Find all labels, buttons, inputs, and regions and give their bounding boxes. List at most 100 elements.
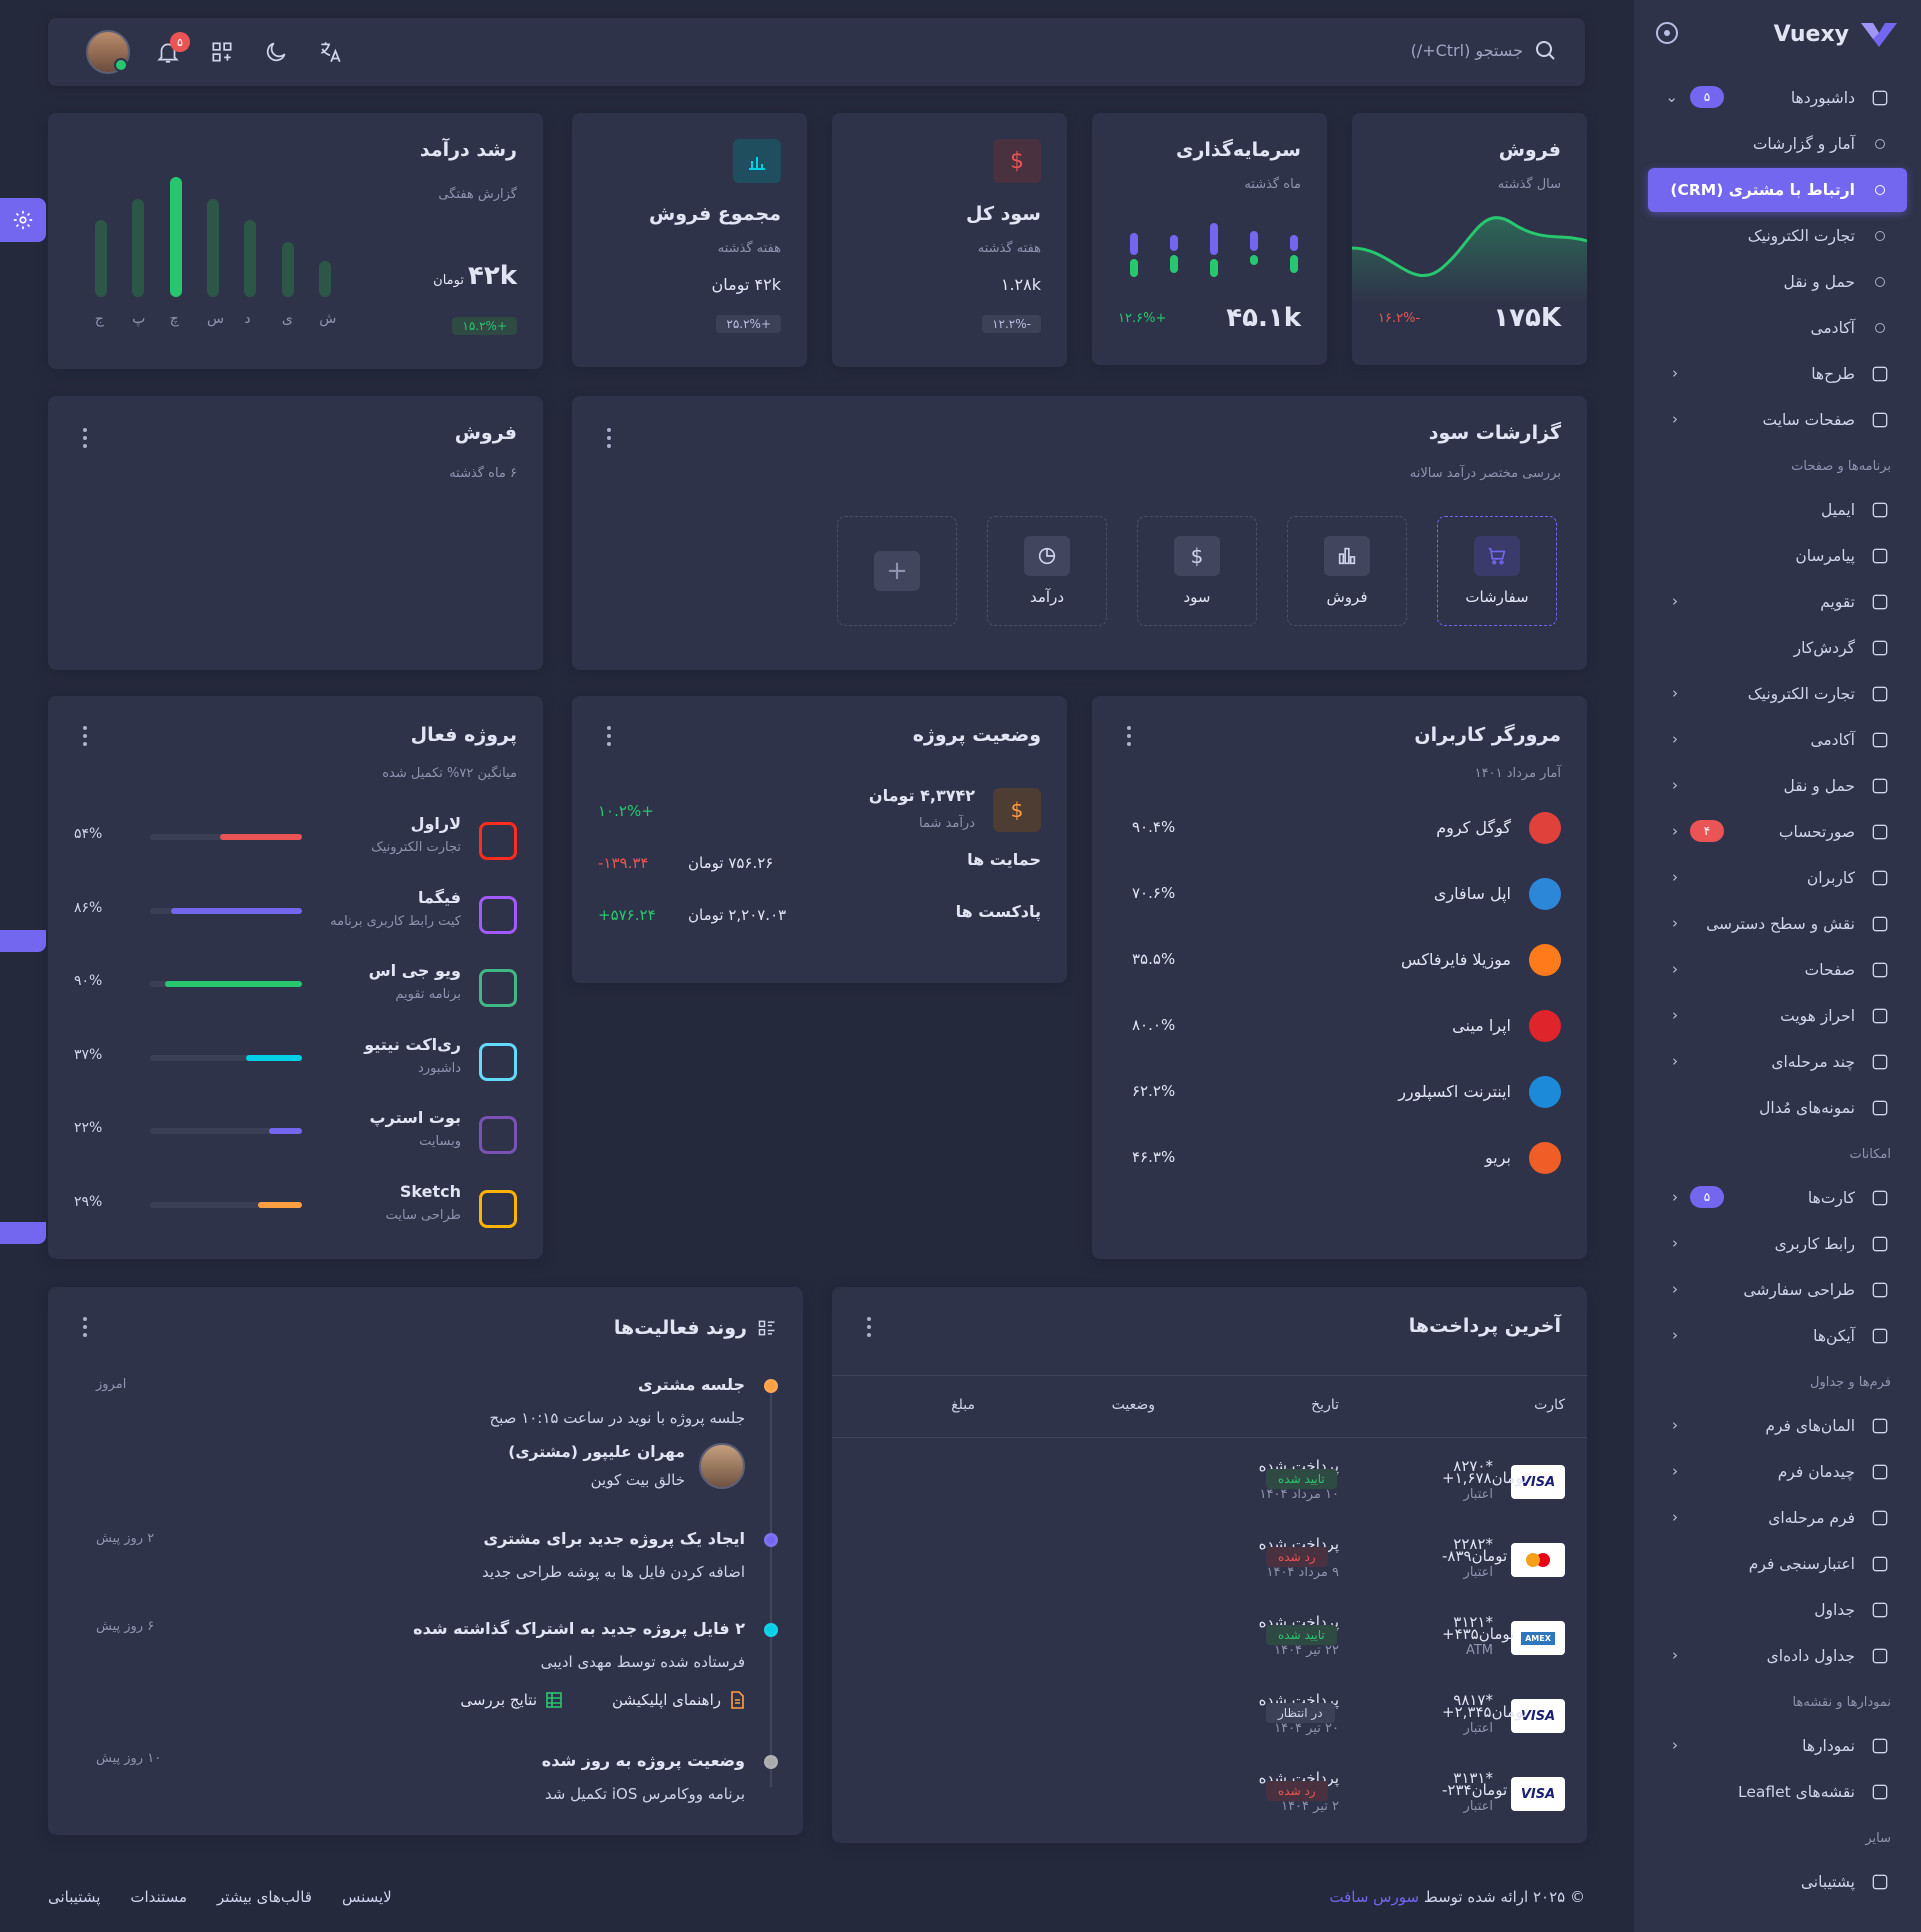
sidebar-item[interactable]: چند مرحله‌ای ‹ <box>1648 1040 1907 1084</box>
shortcuts-button[interactable] <box>206 36 238 68</box>
browser-name: اپل سافاری <box>1433 884 1511 903</box>
report-option-sales[interactable]: فروش <box>1287 516 1407 626</box>
report-option-orders[interactable]: سفارشات <box>1437 516 1557 626</box>
sidebar-item[interactable]: ایمیل <box>1648 488 1907 532</box>
more-options-icon[interactable] <box>606 428 612 448</box>
sidebar-item[interactable]: پشتیبانی <box>1648 1860 1907 1904</box>
more-options-icon[interactable] <box>606 726 612 746</box>
customizer-toggle-2[interactable] <box>0 930 46 952</box>
company-link[interactable]: سورس سافت <box>1329 1888 1419 1906</box>
sidebar-item[interactable]: طرح‌ها ‹ <box>1648 352 1907 396</box>
project-name: لاراول <box>410 814 461 833</box>
more-options-icon[interactable] <box>866 1317 872 1337</box>
card-type: اعتبار <box>1463 1565 1493 1580</box>
sidebar-item[interactable]: حمل و نقل <box>1648 260 1907 304</box>
more-options-icon[interactable] <box>82 726 88 746</box>
user-avatar[interactable] <box>86 30 130 74</box>
sidebar-item[interactable]: صفحات سایت ‹ <box>1648 398 1907 442</box>
card-value: ۴۵.۱k <box>1226 303 1301 333</box>
report-option-profit[interactable]: $ سود <box>1137 516 1257 626</box>
language-button[interactable] <box>314 36 346 68</box>
sidebar-item[interactable]: پیامرسان <box>1648 534 1907 578</box>
sidebar-item[interactable]: تجارت الکترونیک ‹ <box>1648 672 1907 716</box>
sidebar-item-label: صفحات <box>1804 961 1855 979</box>
sidebar-item[interactable]: صورتحساب ۴ ‹ <box>1648 810 1907 854</box>
timeline-line <box>770 1387 772 1787</box>
checkbox-icon <box>1869 1553 1891 1575</box>
browser-name: بریو <box>1485 1148 1511 1167</box>
project-progress <box>150 981 302 987</box>
payment-amount: -۸۳۹تومان <box>1442 1547 1508 1565</box>
timeline-text: اضافه کردن فایل ها به پوشه طراحی جدید <box>481 1563 745 1581</box>
sidebar-item[interactable]: آمار و گزارشات <box>1648 122 1907 166</box>
footer-link-templates[interactable]: قالب‌های بیشتر <box>217 1888 312 1906</box>
report-option-add[interactable]: + <box>837 516 957 626</box>
sidebar-item-label: کارت‌ها <box>1807 1189 1855 1207</box>
card-title-wrap: روند فعالیت‌ها <box>614 1317 777 1339</box>
project-percent: ۹۰% <box>74 973 103 989</box>
footer-link-license[interactable]: لایسنس <box>342 1888 392 1906</box>
sidebar-item[interactable]: نمودارها ‹ <box>1648 1724 1907 1768</box>
more-options-icon[interactable] <box>82 1317 88 1337</box>
revenue-day-label: ج <box>94 311 104 327</box>
revenue-day-label: پ <box>132 311 146 327</box>
payment-amount: -۲۳۴تومان <box>1442 1781 1508 1799</box>
sidebar-item[interactable]: آکادمی ‹ <box>1648 718 1907 762</box>
sidebar-item[interactable]: ارتباط با مشتری (CRM) <box>1648 168 1907 212</box>
file-link-review-results[interactable]: نتایج بررسی <box>460 1691 563 1709</box>
sidebar-item[interactable]: جداول <box>1648 1588 1907 1632</box>
sidebar-item[interactable]: صفحات ‹ <box>1648 948 1907 992</box>
sidebar-item[interactable]: رابط کاربری ‹ <box>1648 1222 1907 1266</box>
sidebar-item[interactable]: تجارت الکترونیک <box>1648 214 1907 258</box>
search-trigger[interactable]: جستجو (Ctrl+/) <box>1411 38 1557 62</box>
footer-link-docs[interactable]: مستندات <box>130 1888 187 1906</box>
sidebar-item[interactable]: نقشه‌های Leaflet <box>1648 1770 1907 1814</box>
more-options-icon[interactable] <box>82 428 88 448</box>
report-option-income[interactable]: درآمد <box>987 516 1107 626</box>
customizer-toggle-3[interactable] <box>0 1222 46 1244</box>
sidebar-item[interactable]: تقویم ‹ <box>1648 580 1907 624</box>
card-brand-logo <box>1511 1543 1565 1577</box>
ui-icon <box>1869 1233 1891 1255</box>
sidebar-item[interactable]: کاربران ‹ <box>1648 856 1907 900</box>
sidebar-item[interactable]: احراز هویت ‹ <box>1648 994 1907 1038</box>
project-row: Sketch طراحی سایت ۲۹% <box>74 1182 517 1238</box>
file-link-app-guide[interactable]: راهنمای اپلیکیشن <box>612 1691 745 1709</box>
sidebar-item[interactable]: المان‌های فرم ‹ <box>1648 1404 1907 1448</box>
sidebar-item[interactable]: نمونه‌های مُدال <box>1648 1086 1907 1130</box>
chevron-icon: ‹ <box>1672 410 1678 428</box>
sidebar-item[interactable]: حمل و نقل ‹ <box>1648 764 1907 808</box>
more-options-icon[interactable] <box>1126 726 1132 746</box>
card-change: +۱۵.۲% <box>452 317 517 335</box>
sidebar-item[interactable]: اعتبارسنجی فرم <box>1648 1542 1907 1586</box>
card-change: +۱۲.۶% <box>1118 311 1167 326</box>
project-name: Sketch <box>399 1181 461 1201</box>
chevron-icon: ‹ <box>1672 1736 1678 1754</box>
footer-link-support[interactable]: پشتیبانی <box>48 1888 100 1906</box>
sidebar-item[interactable]: نقش و سطح دسترسی ‹ <box>1648 902 1907 946</box>
customizer-toggle[interactable] <box>0 198 46 242</box>
sidebar-item[interactable]: آکادمی <box>1648 306 1907 350</box>
project-progress <box>150 907 302 914</box>
sidebar-item[interactable]: فرم مرحله‌ای ‹ <box>1648 1496 1907 1540</box>
sidebar-item[interactable]: گردش‌کار <box>1648 626 1907 670</box>
card-value: ۱۷۵K <box>1493 303 1561 333</box>
sidebar-item[interactable]: آیکن‌ها ‹ <box>1648 1314 1907 1358</box>
sidebar-item[interactable]: طراحی سفارشی ‹ <box>1648 1268 1907 1312</box>
theme-toggle-button[interactable] <box>260 36 292 68</box>
circle-icon <box>1869 317 1891 339</box>
invoice-icon <box>1869 821 1891 843</box>
collapse-menu-icon[interactable] <box>1656 22 1678 44</box>
chevron-icon: ‹ <box>1672 868 1678 886</box>
sidebar-item[interactable]: جداول داده‌ای ‹ <box>1648 1634 1907 1678</box>
sidebar-item[interactable]: کارت‌ها ۵ ‹ <box>1648 1176 1907 1220</box>
project-percent: ۸۶% <box>74 899 103 916</box>
project-progress <box>150 834 302 840</box>
menu-section-title: نمودارها و نقشه‌ها <box>1792 1694 1891 1710</box>
notifications-button[interactable]: ۵ <box>152 32 190 68</box>
brand[interactable]: Vuexy <box>1774 14 1899 54</box>
chrome-icon <box>1529 812 1561 844</box>
sidebar-item[interactable]: چیدمان فرم ‹ <box>1648 1450 1907 1494</box>
card-brand-logo: AMEX <box>1511 1621 1565 1655</box>
sidebar-item[interactable]: داشبوردها ۵ ⌄ <box>1648 76 1907 120</box>
